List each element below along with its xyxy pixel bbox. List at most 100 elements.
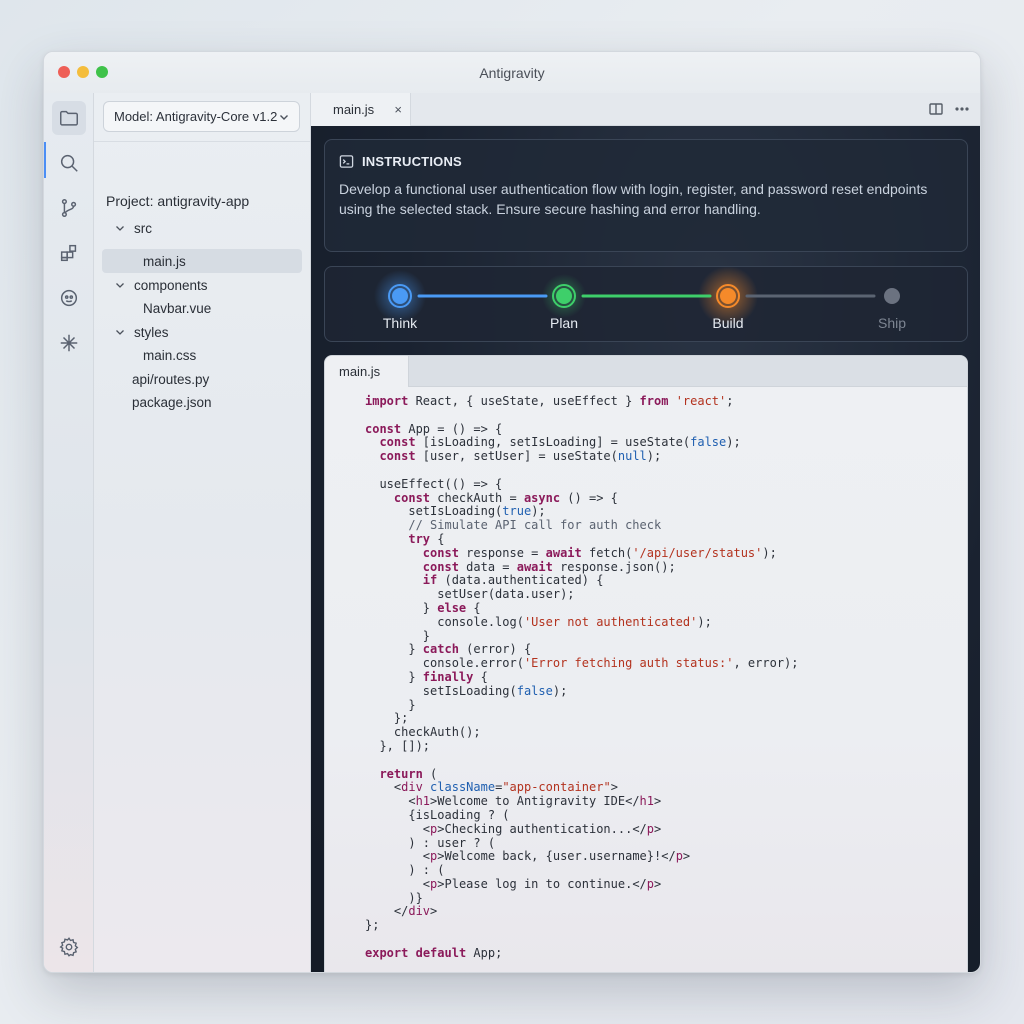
tree-file-main-js[interactable]: main.js (102, 249, 302, 273)
tree-folder-src[interactable]: src (114, 216, 152, 240)
settings-gear-icon[interactable] (52, 930, 86, 964)
stage-label-build: Build (712, 315, 744, 331)
source-control-icon[interactable] (52, 191, 86, 225)
agent-pane: INSTRUCTIONS Develop a functional user a… (311, 126, 980, 972)
project-title: Project: antigravity-app (106, 193, 250, 209)
tree-file-routes[interactable]: api/routes.py (132, 367, 209, 391)
ai-agent-icon[interactable] (52, 281, 86, 315)
instructions-heading-text: INSTRUCTIONS (362, 154, 462, 169)
editor-tab-bar: main.js × (311, 93, 980, 126)
code-line: const response = await fetch('/api/user/… (422, 545, 777, 560)
code-line: } (365, 628, 431, 643)
code-line: useEffect(() => { (365, 476, 503, 491)
window-title: Antigravity (479, 64, 545, 81)
code-line: import React, { useState, useEffect } fr… (365, 394, 734, 408)
files-icon[interactable] (52, 101, 86, 135)
maximize-window-button[interactable] (96, 66, 108, 78)
code-line: ) : user ? ( (365, 835, 496, 850)
tree-item-label: main.css (143, 347, 197, 363)
stage-label-plan: Plan (549, 315, 579, 331)
tree-file-main-css[interactable]: main.css (143, 343, 196, 367)
tree-item-label: src (134, 220, 152, 236)
code-line: <h1>Welcome to Antigravity IDE</h1> (365, 794, 662, 809)
pipeline-track (374, 267, 900, 326)
code-line: }, []); (365, 738, 431, 753)
sparkle-icon[interactable] (52, 326, 86, 360)
code-line: <p>Checking authentication...</p> (365, 821, 662, 836)
code-line: } catch (error) { (365, 642, 532, 657)
minimize-window-button[interactable] (77, 66, 89, 78)
code-line: console.log('User not authenticated'); (365, 614, 712, 629)
stage-build-dot (720, 288, 736, 304)
code-line: } else { (365, 600, 481, 615)
more-icon[interactable] (954, 101, 970, 117)
tree-item-label: Navbar.vue (143, 300, 212, 316)
close-icon[interactable]: × (394, 102, 402, 117)
code-tab-main-js[interactable]: main.js (325, 356, 409, 387)
code-line: {isLoading ? ( (365, 807, 510, 822)
code-line: setIsLoading(true); (365, 504, 546, 519)
code-line: )} (365, 890, 423, 905)
stage-label-think: Think (382, 315, 418, 331)
tree-item-label: package.json (132, 394, 212, 410)
code-line: <div className="app-container"> (365, 780, 618, 795)
stage-ship-dot (884, 288, 900, 304)
model-selector[interactable]: Model: Antigravity-Core v1.2 (103, 101, 300, 132)
tree-folder-styles[interactable]: styles (114, 320, 169, 344)
code-line: const checkAuth = async () => { (393, 490, 618, 505)
code-tab-label: main.js (339, 364, 381, 379)
chevron-down-icon (116, 283, 124, 288)
code-line: if (data.authenticated) { (422, 573, 604, 588)
code-line: export default App; (365, 945, 503, 960)
instructions-body: Develop a functional user authentication… (339, 181, 928, 217)
tree-item-label: components (134, 277, 208, 293)
sidebar-divider (94, 141, 310, 142)
chevron-down-icon (116, 330, 124, 335)
instructions-card: INSTRUCTIONS Develop a functional user a… (324, 139, 968, 252)
tree-item-label: api/routes.py (132, 371, 210, 387)
stage-label-ship: Ship (877, 315, 907, 331)
tree-file-package-json[interactable]: package.json (132, 390, 212, 414)
code-line: const [user, setUser] = useState(null); (379, 449, 662, 464)
code-line: console.error('Error fetching auth statu… (365, 656, 799, 671)
tree-item-label: styles (134, 324, 169, 340)
app-window: Antigravity Model: Antigravity-Core v1.2 (43, 51, 981, 973)
pipeline-progress: Think Plan Build Ship (324, 266, 968, 342)
editor-actions (928, 101, 970, 117)
code-line: </div> (365, 904, 438, 919)
code-line: const App = () => { (365, 421, 503, 436)
instructions-heading: INSTRUCTIONS (339, 154, 953, 169)
code-line: setIsLoading(false); (365, 683, 568, 698)
extensions-icon[interactable] (52, 236, 86, 270)
code-line: setUser(data.user); (365, 587, 575, 602)
terminal-icon (339, 155, 354, 168)
code-line: } (365, 697, 416, 712)
window-controls (58, 66, 108, 78)
code-line: return ( (379, 766, 438, 781)
code-line: } finally { (365, 669, 488, 684)
tab-label: main.js (333, 102, 375, 117)
code-line: // Simulate API call for auth check (365, 518, 662, 533)
close-window-button[interactable] (58, 66, 70, 78)
code-line: const [isLoading, setIsLoading] = useSta… (379, 435, 741, 450)
chevron-down-icon (280, 115, 288, 120)
tab-main-js[interactable]: main.js × (311, 93, 411, 126)
split-editor-icon[interactable] (928, 101, 944, 117)
code-line: }; (365, 711, 409, 726)
code-line: }; (365, 918, 380, 933)
code-line: <p>Welcome back, {user.username}!</p> (365, 849, 691, 864)
code-editor[interactable]: import React, { useState, useEffect } fr… (365, 394, 799, 961)
tree-file-navbar[interactable]: Navbar.vue (143, 296, 211, 320)
code-line: checkAuth(); (365, 725, 481, 740)
tree-folder-components[interactable]: components (114, 273, 208, 297)
search-icon[interactable] (52, 146, 86, 180)
stage-think-dot (392, 288, 408, 304)
editor-area: main.js × INSTRUCTIONS Develop a functio… (311, 93, 980, 972)
code-line: try { (408, 531, 445, 546)
stage-plan-dot (556, 288, 572, 304)
tree-item-label: main.js (143, 253, 186, 269)
